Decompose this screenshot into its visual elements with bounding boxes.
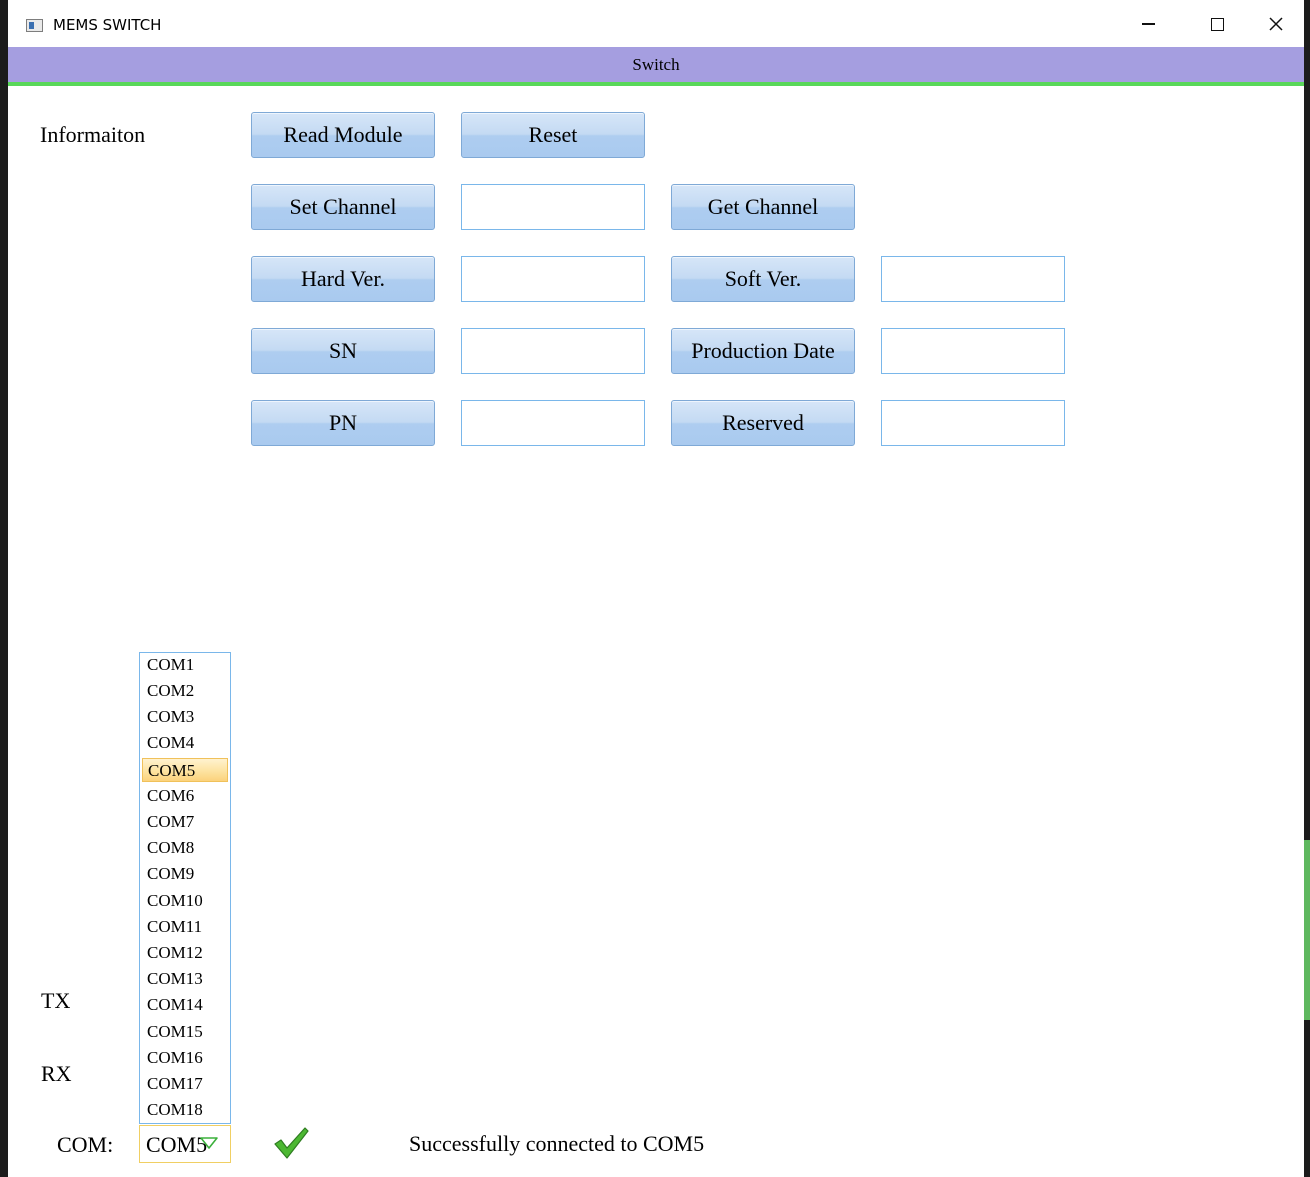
rx-label: RX xyxy=(41,1061,72,1086)
pn-button[interactable]: PN xyxy=(251,400,435,446)
hard-ver-field[interactable] xyxy=(461,256,645,302)
sn-field[interactable] xyxy=(461,328,645,374)
read-module-button[interactable]: Read Module xyxy=(251,112,435,158)
checkmark-icon xyxy=(274,1127,309,1159)
production-date-field[interactable] xyxy=(881,328,1065,374)
app-icon xyxy=(26,19,43,32)
information-label: Informaiton xyxy=(40,122,146,147)
tx-label: TX xyxy=(41,988,71,1013)
com-option[interactable]: COM15 xyxy=(142,1020,228,1044)
tab-bar: Switch xyxy=(8,47,1304,86)
com-option[interactable]: COM9 xyxy=(142,862,228,886)
get-channel-button[interactable]: Get Channel xyxy=(671,184,855,230)
com-option[interactable]: COM13 xyxy=(142,967,228,991)
window-frame-right xyxy=(1304,0,1310,1177)
com-option[interactable]: COM3 xyxy=(142,705,228,729)
com-label: COM: xyxy=(57,1132,114,1157)
status-message: Successfully connected to COM5 xyxy=(409,1131,705,1156)
com-option[interactable]: COM16 xyxy=(142,1046,228,1070)
maximize-icon xyxy=(1210,17,1224,31)
sn-button[interactable]: SN xyxy=(251,328,435,374)
com-option[interactable]: COM12 xyxy=(142,941,228,965)
title-bar[interactable]: MEMS SWITCH xyxy=(8,0,1304,47)
com-option[interactable]: COM4 xyxy=(142,731,228,755)
minimize-button[interactable] xyxy=(1125,8,1171,40)
soft-ver-button[interactable]: Soft Ver. xyxy=(671,256,855,302)
com-option[interactable]: COM1 xyxy=(142,653,228,677)
com-dropdown-list[interactable]: COM1 COM2 COM3 COM4 COM5 COM6 COM7 COM8 … xyxy=(139,652,231,1124)
com-option[interactable]: COM11 xyxy=(142,915,228,939)
com-option[interactable]: COM17 xyxy=(142,1072,228,1096)
com-option[interactable]: COM7 xyxy=(142,810,228,834)
close-icon xyxy=(1269,17,1283,31)
close-button[interactable] xyxy=(1253,8,1299,40)
com-option[interactable]: COM6 xyxy=(142,784,228,808)
hard-ver-button[interactable]: Hard Ver. xyxy=(251,256,435,302)
reset-button[interactable]: Reset xyxy=(461,112,645,158)
com-option[interactable]: COM10 xyxy=(142,889,228,913)
maximize-button[interactable] xyxy=(1194,8,1240,40)
tab-switch[interactable]: Switch xyxy=(8,55,1304,75)
window-frame-left xyxy=(0,0,8,1177)
app-window: MEMS SWITCH Switch Informaiton Read Modu… xyxy=(8,0,1304,1177)
pn-field[interactable] xyxy=(461,400,645,446)
com-option[interactable]: COM18 xyxy=(142,1098,228,1122)
set-channel-field[interactable] xyxy=(461,184,645,230)
com-port-select[interactable]: COM5 xyxy=(139,1125,231,1163)
soft-ver-field[interactable] xyxy=(881,256,1065,302)
com-option[interactable]: COM14 xyxy=(142,993,228,1017)
set-channel-button[interactable]: Set Channel xyxy=(251,184,435,230)
production-date-button[interactable]: Production Date xyxy=(671,328,855,374)
com-option[interactable]: COM8 xyxy=(142,836,228,860)
reserved-button[interactable]: Reserved xyxy=(671,400,855,446)
background-strip xyxy=(1304,840,1310,1020)
chevron-down-icon[interactable] xyxy=(200,1136,218,1150)
minimize-icon xyxy=(1141,23,1155,25)
reserved-field[interactable] xyxy=(881,400,1065,446)
com-option-selected[interactable]: COM5 xyxy=(142,758,228,782)
window-title: MEMS SWITCH xyxy=(53,16,162,34)
com-option[interactable]: COM2 xyxy=(142,679,228,703)
com-port-value: COM5 xyxy=(146,1132,208,1157)
